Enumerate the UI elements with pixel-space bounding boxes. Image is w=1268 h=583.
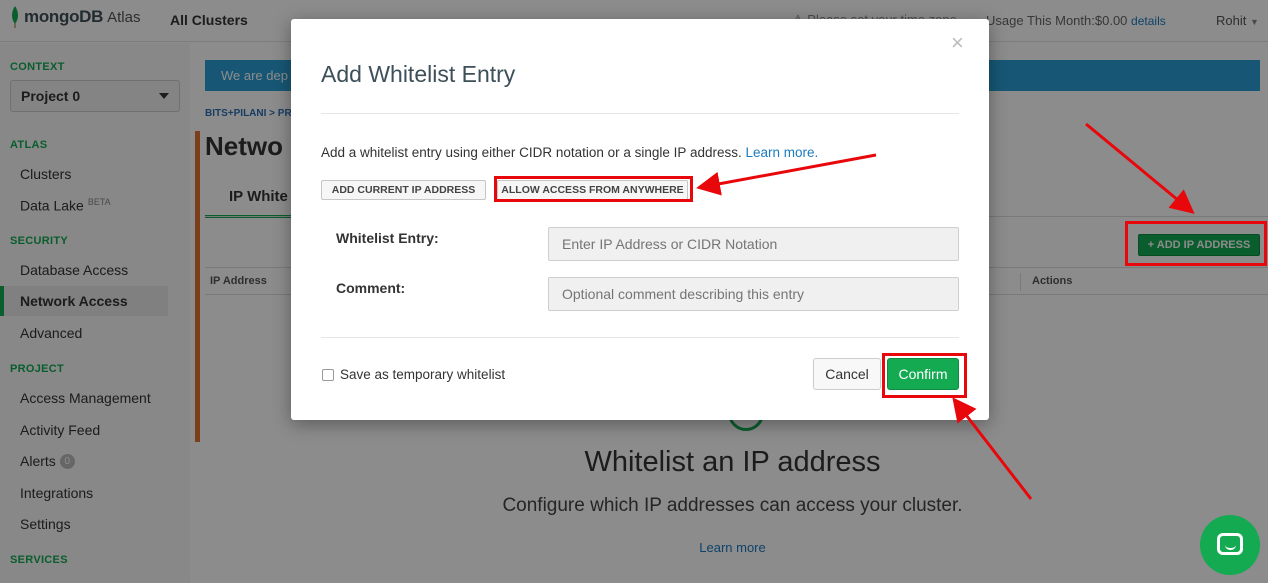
chat-icon (1217, 533, 1243, 555)
dialog-divider (321, 113, 959, 114)
whitelist-entry-input[interactable] (548, 227, 959, 261)
dialog-description: Add a whitelist entry using either CIDR … (321, 145, 818, 160)
temporary-whitelist-checkbox[interactable] (322, 368, 334, 381)
comment-label: Comment: (336, 280, 406, 296)
close-icon[interactable]: × (951, 32, 964, 54)
annotation-box-add-ip (1125, 221, 1267, 266)
learn-more-link[interactable]: Learn more. (746, 145, 819, 160)
whitelist-form: Whitelist Entry: Comment: (321, 201, 959, 337)
temporary-whitelist-label: Save as temporary whitelist (340, 367, 506, 382)
cancel-button[interactable]: Cancel (813, 358, 881, 390)
description-text: Add a whitelist entry using either CIDR … (321, 145, 742, 160)
temporary-whitelist-option[interactable]: Save as temporary whitelist (322, 367, 505, 382)
comment-input[interactable] (548, 277, 959, 311)
dialog-footer-divider (321, 337, 959, 338)
annotation-box-confirm (882, 353, 967, 398)
whitelist-entry-label: Whitelist Entry: (336, 230, 439, 246)
add-current-ip-button[interactable]: ADD CURRENT IP ADDRESS (321, 180, 486, 200)
annotation-box-allow-anywhere (494, 176, 693, 202)
chat-launcher-button[interactable] (1200, 515, 1260, 575)
dialog-title: Add Whitelist Entry (321, 61, 516, 87)
